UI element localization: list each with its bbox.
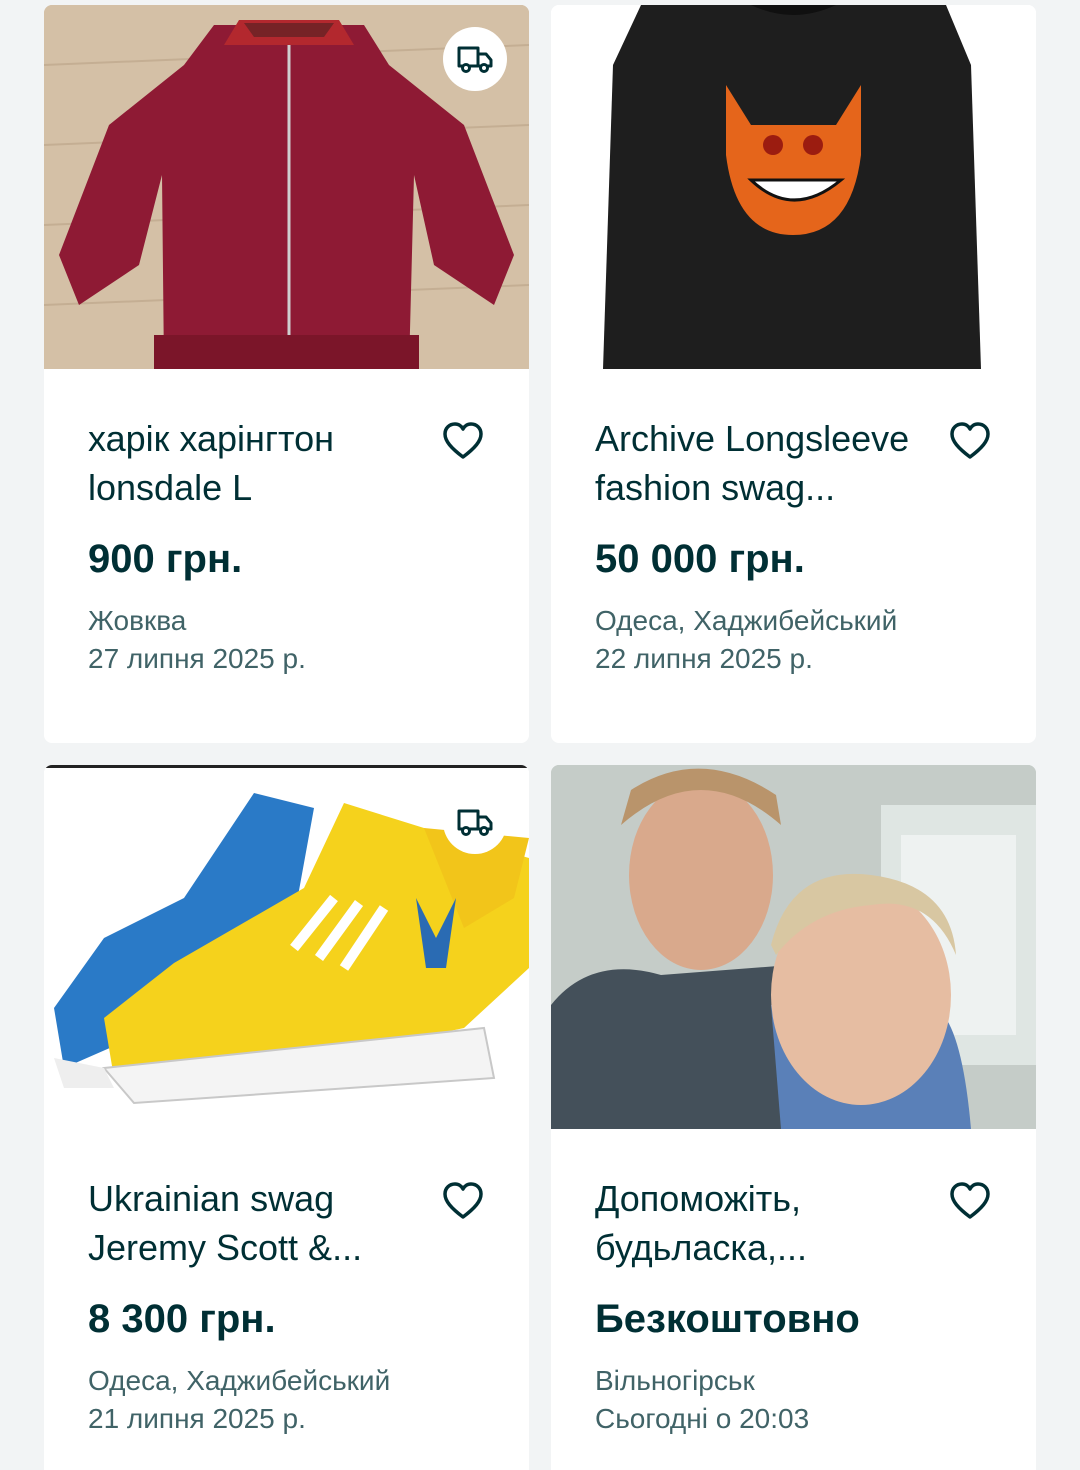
heart-outline-icon[interactable] [441,419,485,463]
listing-price: 8 300 грн. [88,1297,276,1341]
listing-info: Допоможіть, будьласка,... Безкоштовно Ві… [551,1129,1036,1438]
listing-card[interactable]: Archive Longsleeve fashion swag... 50 00… [551,5,1036,743]
delivery-truck-icon [457,809,493,836]
heart-outline-icon[interactable] [948,1179,992,1223]
heart-outline-icon[interactable] [441,1179,485,1223]
listing-photo[interactable] [44,5,529,369]
delivery-truck-icon [457,46,493,73]
family-photo-illustration [551,765,1036,1129]
delivery-badge [443,27,507,91]
listing-date: 22 липня 2025 р. [595,643,813,674]
listing-title[interactable]: Archive Longsleeve fashion swag... [595,414,925,512]
listings-grid: харік харінгтон lonsdale L 900 грн. Жовк… [0,0,1080,1470]
listing-photo[interactable] [44,765,529,1129]
listing-photo[interactable] [551,765,1036,1129]
longsleeve-photo-illustration [551,5,1036,369]
listing-location: Жовква [88,605,187,636]
listing-price: Безкоштовно [595,1297,860,1341]
listing-card[interactable]: Ukrainian swag Jeremy Scott &... 8 300 г… [44,765,529,1470]
listing-info: Archive Longsleeve fashion swag... 50 00… [551,369,1036,678]
listing-location: Вільногірськ [595,1365,755,1396]
listing-info: харік харінгтон lonsdale L 900 грн. Жовк… [44,369,529,678]
listing-title[interactable]: Ukrainian swag Jeremy Scott &... [88,1174,418,1272]
delivery-badge [443,790,507,854]
listing-location: Одеса, Хаджибейський [595,605,898,636]
listing-card[interactable]: харік харінгтон lonsdale L 900 грн. Жовк… [44,5,529,743]
listing-title[interactable]: Допоможіть, будьласка,... [595,1174,925,1272]
listing-date: 27 липня 2025 р. [88,643,306,674]
heart-outline-icon[interactable] [948,419,992,463]
listing-date: Сьогодні о 20:03 [595,1403,810,1434]
listing-price: 50 000 грн. [595,537,805,581]
listing-photo[interactable] [551,5,1036,369]
listing-location: Одеса, Хаджибейський [88,1365,391,1396]
listing-info: Ukrainian swag Jeremy Scott &... 8 300 г… [44,1129,529,1438]
listing-card[interactable]: Допоможіть, будьласка,... Безкоштовно Ві… [551,765,1036,1470]
listing-title[interactable]: харік харінгтон lonsdale L [88,414,418,512]
listing-price: 900 грн. [88,537,243,581]
listing-date: 21 липня 2025 р. [88,1403,306,1434]
